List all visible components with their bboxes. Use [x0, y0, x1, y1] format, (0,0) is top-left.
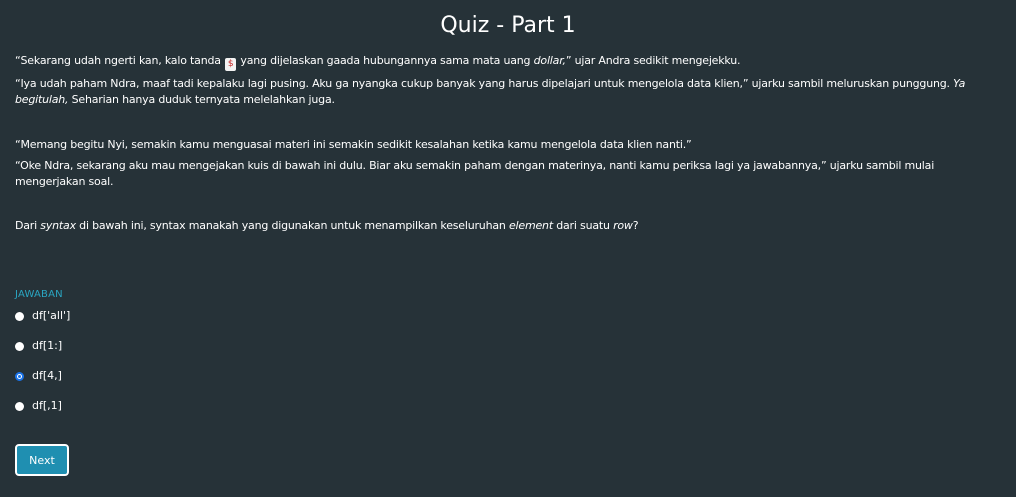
story-italic: dollar,	[533, 54, 566, 67]
question-part: dari suatu	[552, 219, 614, 232]
answer-option-label: df[1:]	[32, 339, 63, 352]
story-paragraph-4: “Oke Ndra, sekarang aku mau mengejakan k…	[15, 159, 935, 188]
answer-option-label: df['all']	[32, 309, 71, 322]
question-part: ?	[632, 219, 639, 232]
dollar-sign-icon: $	[225, 58, 237, 71]
answer-option[interactable]: df[4,]	[15, 368, 62, 384]
question-part: Dari	[15, 219, 41, 232]
next-button[interactable]: Next	[15, 444, 69, 476]
story-paragraph-3: “Memang begitu Nyi, semakin kamu menguas…	[15, 138, 692, 151]
answer-option-label: df[4,]	[32, 369, 62, 382]
story-text: Seharian hanya duduk ternyata melelahkan…	[68, 93, 335, 106]
story-paragraph-2: “Iya udah paham Ndra, maaf tadi kepalaku…	[15, 76, 1010, 108]
question-text: Dari syntax di bawah ini, syntax manakah…	[15, 218, 1001, 234]
radio-button[interactable]	[15, 401, 24, 411]
question-italic: syntax	[40, 219, 76, 232]
story-text: “Sekarang udah ngerti kan, kalo tanda	[15, 54, 225, 67]
radio-button[interactable]	[15, 311, 24, 321]
answer-option[interactable]: df[1:]	[15, 338, 62, 354]
story-paragraph-1: “Sekarang udah ngerti kan, kalo tanda $ …	[15, 53, 1001, 71]
page-title: Quiz - Part 1	[440, 13, 576, 38]
story-text: ” ujar Andra sedikit mengejekku.	[565, 54, 741, 67]
quiz-page: Quiz - Part 1 “Sekarang udah ngerti kan,…	[0, 0, 1016, 497]
radio-button[interactable]	[15, 341, 24, 351]
answer-option[interactable]: df['all']	[15, 308, 70, 324]
story-text: “Iya udah paham Ndra, maaf tadi kepalaku…	[15, 77, 954, 90]
question-italic: element	[508, 219, 553, 232]
answer-option[interactable]: df[,1]	[15, 398, 62, 414]
question-part: di bawah ini, syntax manakah yang diguna…	[75, 219, 509, 232]
answers-label: JAWABAN	[15, 289, 63, 300]
radio-button[interactable]	[15, 371, 24, 381]
answer-option-label: df[,1]	[32, 399, 62, 412]
question-italic: row	[613, 219, 633, 232]
story-text: yang dijelaskan gaada hubungannya sama m…	[237, 54, 534, 67]
